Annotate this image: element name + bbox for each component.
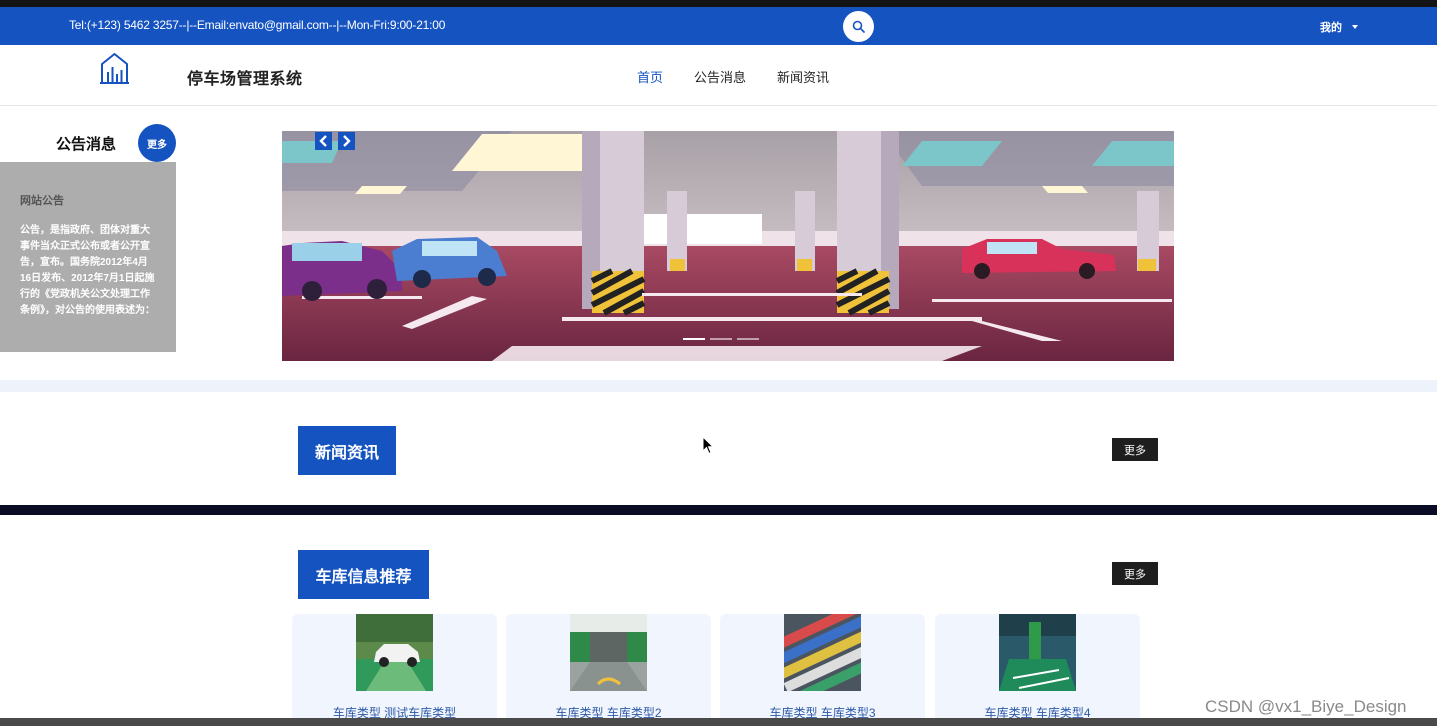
garage-card[interactable]: 车库类型 车库类型3 [720, 614, 925, 724]
chevron-left-icon [319, 135, 327, 147]
garage-thumbnail[interactable] [356, 614, 433, 691]
watermark: CSDN @vx1_Biye_Design [1205, 697, 1407, 716]
carousel-prev-button[interactable] [315, 132, 332, 150]
contact-info: Tel:(+123) 5462 3257--|--Email:envato@gm… [69, 18, 446, 32]
search-button[interactable] [843, 11, 874, 42]
section-divider [0, 505, 1437, 515]
carousel-next-button[interactable] [338, 132, 355, 150]
garage-card[interactable]: 车库类型 车库类型2 [506, 614, 711, 724]
garage-thumbnail[interactable] [999, 614, 1076, 691]
site-title: 停车场管理系统 [187, 71, 303, 88]
user-menu[interactable]: 我的 [1320, 19, 1358, 35]
top-strip [0, 0, 1437, 7]
garage-card[interactable]: 车库类型 车库类型4 [935, 614, 1140, 724]
garage-thumbnail[interactable] [570, 614, 647, 691]
building-chart-icon[interactable] [99, 52, 130, 85]
garage-thumbnail[interactable] [784, 614, 861, 691]
caret-down-icon [1352, 25, 1358, 29]
bottom-edge [0, 718, 1437, 726]
notice-section-title: 公告消息 [56, 136, 117, 153]
news-section-title: 新闻资讯 [298, 426, 396, 475]
search-icon [852, 20, 865, 33]
garage-card[interactable]: 车库类型 测试车库类型 [292, 614, 497, 724]
carousel-dot[interactable] [737, 338, 759, 340]
nav-item-notice[interactable]: 公告消息 [694, 67, 746, 86]
notice-card[interactable]: 网站公告 公告，是指政府、团体对重大事件当众正式公布或者公开宣告，宣布。国务院2… [0, 162, 176, 352]
notice-more-button[interactable]: 更多 [138, 124, 176, 162]
notice-item-body: 公告，是指政府、团体对重大事件当众正式公布或者公开宣告，宣布。国务院2012年4… [20, 225, 155, 316]
nav-item-news[interactable]: 新闻资讯 [777, 67, 829, 86]
top-bar: Tel:(+123) 5462 3257--|--Email:envato@gm… [0, 7, 1437, 45]
carousel-dot[interactable] [710, 338, 732, 340]
section-band [0, 380, 1437, 392]
mouse-cursor-icon [702, 436, 714, 455]
garage-more-button[interactable]: 更多 [1112, 562, 1158, 585]
carousel-indicators [683, 338, 759, 340]
notice-item-heading: 网站公告 [20, 195, 64, 207]
chevron-right-icon [343, 135, 351, 147]
news-more-button[interactable]: 更多 [1112, 438, 1158, 461]
hero-carousel[interactable] [282, 131, 1174, 361]
garage-section-title: 车库信息推荐 [298, 550, 429, 599]
site-header: 停车场管理系统 首页 公告消息 新闻资讯 [0, 45, 1437, 106]
nav-item-home[interactable]: 首页 [637, 67, 663, 86]
carousel-dot[interactable] [683, 338, 705, 340]
user-menu-label: 我的 [1320, 22, 1342, 34]
main-nav: 首页 公告消息 新闻资讯 [637, 67, 860, 86]
parking-garage-illustration [282, 131, 1174, 361]
